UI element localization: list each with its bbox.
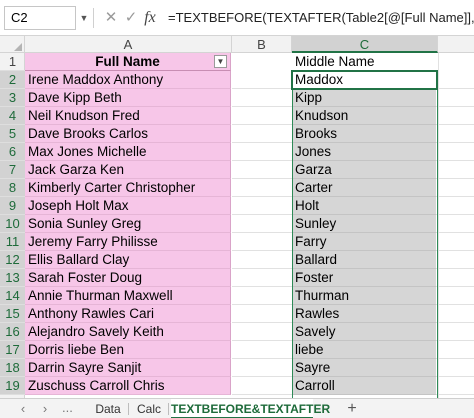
row-header[interactable]: 7 (0, 161, 25, 179)
tab-divider (168, 403, 169, 415)
full-name-cell[interactable]: Irene Maddox Anthony (25, 71, 231, 89)
full-name-cell[interactable]: Dave Kipp Beth (25, 89, 231, 107)
full-name-cell[interactable]: Neil Knudson Fred (25, 107, 231, 125)
row-header[interactable]: 2 (0, 71, 25, 89)
sheet-tab-bar: ‹ › ... Data Calc TEXTBEFORE&TEXTAFTER + (0, 398, 474, 418)
cancel-icon[interactable]: ✕ (102, 6, 120, 30)
row-headers: 1 2 3 4 5 6 7 8 9 10 11 12 13 14 15 16 17 18 19 (0, 53, 25, 398)
middle-name-cell[interactable]: Sayre (292, 359, 436, 377)
sheet-tab-data[interactable]: Data (90, 399, 126, 418)
full-name-cell[interactable]: Anthony Rawles Cari (25, 305, 231, 323)
row-header[interactable]: 17 (0, 341, 25, 359)
name-box-dropdown-icon[interactable]: ▼ (78, 6, 90, 30)
middle-name-cell[interactable]: Jones (292, 143, 436, 161)
row-header[interactable]: 3 (0, 89, 25, 107)
row-header[interactable]: 9 (0, 197, 25, 215)
worksheet-grid[interactable]: Full Name ▼ Middle Name Irene Maddox Ant… (25, 53, 474, 398)
full-name-cell[interactable]: Joseph Holt Max (25, 197, 231, 215)
full-name-cell[interactable]: Jack Garza Ken (25, 161, 231, 179)
next-sheet-icon[interactable]: › (38, 399, 52, 418)
middle-name-cell[interactable]: Farry (292, 233, 436, 251)
column-header-d[interactable] (438, 36, 474, 53)
full-name-cell[interactable]: Alejandro Savely Keith (25, 323, 231, 341)
column-header-b[interactable]: B (232, 36, 292, 53)
more-sheets-icon[interactable]: ... (62, 399, 73, 418)
tab-divider (128, 403, 129, 415)
middle-name-cell[interactable]: Carroll (292, 377, 436, 395)
full-name-cell[interactable]: Zuschuss Carroll Chris (25, 377, 231, 395)
add-sheet-button[interactable]: + (344, 399, 360, 418)
middle-name-cell[interactable]: Carter (292, 179, 436, 197)
row-header[interactable]: 13 (0, 269, 25, 287)
filter-dropdown-icon[interactable]: ▼ (214, 55, 227, 68)
sheet-tab-calc[interactable]: Calc (132, 399, 166, 418)
column-headers: A B C (0, 36, 474, 53)
row-header[interactable]: 14 (0, 287, 25, 305)
full-name-cell[interactable]: Ellis Ballard Clay (25, 251, 231, 269)
row-header[interactable]: 12 (0, 251, 25, 269)
middle-name-header[interactable]: Middle Name (292, 53, 436, 71)
formula-bar: C2 ▼ ✕ ✓ fx =TEXTBEFORE(TEXTAFTER(Table2… (0, 0, 474, 36)
full-name-cell[interactable]: Kimberly Carter Christopher (25, 179, 231, 197)
column-header-a[interactable]: A (25, 36, 232, 53)
row-header[interactable]: 19 (0, 377, 25, 395)
row-header[interactable]: 11 (0, 233, 25, 251)
select-all-button[interactable] (0, 36, 25, 53)
middle-name-cell[interactable]: Brooks (292, 125, 436, 143)
middle-name-cell[interactable]: Knudson (292, 107, 436, 125)
middle-name-cell[interactable]: Foster (292, 269, 436, 287)
middle-name-cell[interactable]: Sunley (292, 215, 436, 233)
middle-name-cell[interactable]: Maddox (292, 71, 436, 89)
middle-name-cell[interactable]: Kipp (292, 89, 436, 107)
table-header-full-name[interactable]: Full Name ▼ (25, 53, 231, 71)
full-name-cell[interactable]: Max Jones Michelle (25, 143, 231, 161)
middle-name-cell[interactable]: Garza (292, 161, 436, 179)
middle-name-cell[interactable]: Ballard (292, 251, 436, 269)
row-header[interactable]: 6 (0, 143, 25, 161)
insert-function-icon[interactable]: fx (141, 6, 159, 30)
row-header[interactable]: 10 (0, 215, 25, 233)
middle-name-cell[interactable]: Thurman (292, 287, 436, 305)
formula-input[interactable]: =TEXTBEFORE(TEXTAFTER(Table2[@[Full Name… (168, 6, 474, 30)
prev-sheet-icon[interactable]: ‹ (16, 399, 30, 418)
middle-name-cell[interactable]: liebe (292, 341, 436, 359)
full-name-cell[interactable]: Annie Thurman Maxwell (25, 287, 231, 305)
row-header[interactable]: 15 (0, 305, 25, 323)
middle-name-cell[interactable]: Savely (292, 323, 436, 341)
full-name-cell[interactable]: Jeremy Farry Philisse (25, 233, 231, 251)
full-name-cell[interactable]: Dorris liebe Ben (25, 341, 231, 359)
middle-name-cell[interactable]: Rawles (292, 305, 436, 323)
full-name-cell[interactable]: Sarah Foster Doug (25, 269, 231, 287)
sheet-tab-textbefore-textafter[interactable]: TEXTBEFORE&TEXTAFTER (171, 399, 330, 418)
row-header[interactable]: 4 (0, 107, 25, 125)
row-header[interactable]: 18 (0, 359, 25, 377)
full-name-cell[interactable]: Dave Brooks Carlos (25, 125, 231, 143)
full-name-header-label: Full Name (95, 54, 160, 69)
column-header-c[interactable]: C (292, 36, 438, 53)
formula-bar-divider (93, 8, 94, 28)
full-name-cell[interactable]: Darrin Sayre Sanjit (25, 359, 231, 377)
gridline (438, 53, 439, 398)
select-all-triangle-icon (14, 43, 22, 51)
row-header[interactable]: 5 (0, 125, 25, 143)
name-box[interactable]: C2 (4, 6, 76, 30)
row-header[interactable]: 8 (0, 179, 25, 197)
row-header[interactable]: 1 (0, 53, 25, 71)
full-name-cell[interactable]: Sonia Sunley Greg (25, 215, 231, 233)
middle-name-cell[interactable]: Holt (292, 197, 436, 215)
row-header[interactable]: 16 (0, 323, 25, 341)
confirm-icon[interactable]: ✓ (122, 6, 140, 30)
